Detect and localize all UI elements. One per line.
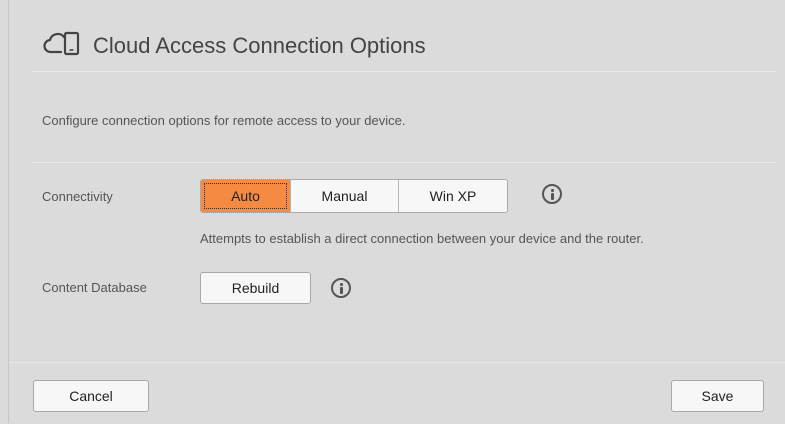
section-divider (31, 162, 776, 163)
rebuild-button[interactable]: Rebuild (200, 272, 311, 304)
content-database-info-icon[interactable] (331, 278, 351, 298)
connectivity-option-manual[interactable]: Manual (290, 180, 398, 212)
dialog-title: Cloud Access Connection Options (93, 33, 426, 58)
save-button[interactable]: Save (671, 380, 764, 412)
connectivity-option-auto[interactable]: Auto (201, 180, 290, 212)
cloud-access-dialog: Cloud Access Connection Options Configur… (8, 0, 785, 424)
connectivity-option-winxp[interactable]: Win XP (398, 180, 507, 212)
connectivity-label: Connectivity (42, 189, 113, 204)
cancel-button[interactable]: Cancel (33, 380, 149, 412)
connectivity-info-icon[interactable] (542, 184, 562, 204)
header-divider (31, 71, 776, 72)
dialog-footer: Cancel Save (9, 362, 785, 424)
dialog-header: Cloud Access Connection Options (9, 0, 785, 72)
connectivity-hint: Attempts to establish a direct connectio… (200, 231, 644, 246)
content-database-label: Content Database (42, 280, 147, 295)
cloud-devices-icon (43, 30, 83, 58)
connectivity-selector: Auto Manual Win XP (200, 179, 508, 213)
dialog-description: Configure connection options for remote … (42, 113, 406, 128)
